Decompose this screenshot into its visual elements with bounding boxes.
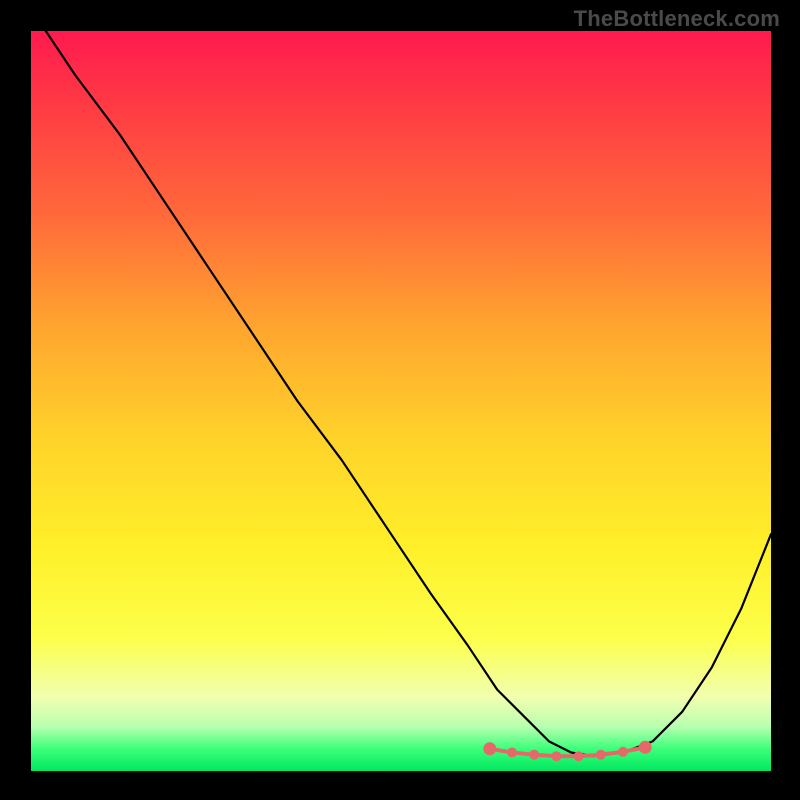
marker-dot [618,747,628,757]
chart-frame: TheBottleneck.com [0,0,800,800]
marker-dot [529,750,539,760]
marker-dot [507,748,517,758]
marker-dot [551,751,561,761]
marker-dot [639,741,652,754]
bottleneck-curve [46,31,771,756]
watermark-text: TheBottleneck.com [574,6,780,32]
marker-dot [483,742,496,755]
marker-dot [596,750,606,760]
chart-svg [31,31,771,771]
marker-dot [574,751,584,761]
